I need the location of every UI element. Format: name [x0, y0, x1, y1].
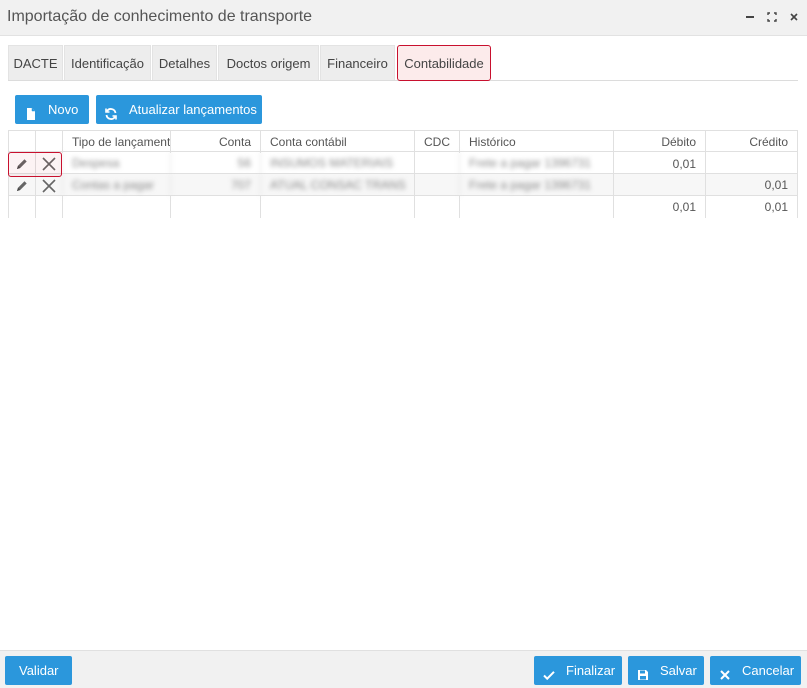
- tab-bar: DACTE Identificação Detalhes Doctos orig…: [8, 45, 798, 81]
- cancel-icon: [718, 663, 732, 680]
- totals-row: 0,01 0,01: [8, 196, 798, 218]
- header-edit-col: [8, 131, 35, 153]
- header-conta-contabil[interactable]: Conta contábil: [260, 131, 414, 153]
- row-actions-highlight: [8, 152, 62, 177]
- totals-empty: [414, 196, 459, 218]
- novo-label: Novo: [48, 102, 79, 117]
- total-debito: 0,01: [613, 196, 705, 218]
- header-cdc[interactable]: CDC: [414, 131, 459, 153]
- finalizar-label: Finalizar: [566, 663, 616, 678]
- atualizar-label: Atualizar lançamentos: [129, 102, 257, 117]
- cell-conta: 56: [170, 152, 260, 174]
- cell-tipo: Contas a pagar: [62, 174, 170, 196]
- refresh-icon: [104, 102, 118, 120]
- edit-cell: [8, 174, 35, 196]
- cell-cdc: [414, 152, 459, 174]
- delete-icon[interactable]: [42, 178, 56, 193]
- cell-cdc: [414, 174, 459, 196]
- cell-conta-contabil: ATUAL CONSAC TRANS: [260, 174, 414, 196]
- totals-empty: [459, 196, 613, 218]
- novo-button[interactable]: Novo: [15, 95, 89, 124]
- tab-dacte[interactable]: DACTE: [8, 45, 63, 80]
- cell-conta-contabil: INSUMOS MATERIAIS: [260, 152, 414, 174]
- close-icon[interactable]: [787, 10, 801, 24]
- table-header: Tipo de lançamento Conta Conta contábil …: [8, 130, 798, 153]
- maximize-icon[interactable]: [765, 10, 779, 24]
- cancelar-label: Cancelar: [742, 663, 795, 678]
- totals-empty: [8, 196, 35, 218]
- cell-debito: 0,01: [613, 152, 705, 174]
- minimize-icon[interactable]: [743, 10, 757, 24]
- delete-cell: [35, 174, 62, 196]
- cell-historico: Frete a pagar 1396731: [459, 174, 613, 196]
- window-titlebar: Importação de conhecimento de transporte: [0, 0, 807, 36]
- cell-credito: 0,01: [705, 174, 798, 196]
- new-document-icon: [24, 102, 38, 120]
- totals-empty: [170, 196, 260, 218]
- check-icon: [542, 663, 556, 681]
- totals-empty: [260, 196, 414, 218]
- header-historico[interactable]: Histórico: [459, 131, 613, 153]
- total-credito: 0,01: [705, 196, 798, 218]
- validar-button[interactable]: Validar: [5, 656, 72, 685]
- atualizar-lancamentos-button[interactable]: Atualizar lançamentos: [96, 95, 262, 124]
- cell-debito: [613, 174, 705, 196]
- totals-empty: [62, 196, 170, 218]
- tab-doctos-origem[interactable]: Doctos origem: [218, 45, 319, 80]
- lancamentos-table: Tipo de lançamento Conta Conta contábil …: [8, 130, 798, 218]
- salvar-label: Salvar: [660, 663, 697, 678]
- finalizar-button[interactable]: Finalizar: [534, 656, 622, 685]
- cell-historico: Frete a pagar 1396731: [459, 152, 613, 174]
- totals-empty: [35, 196, 62, 218]
- cell-conta: 707: [170, 174, 260, 196]
- validar-label: Validar: [19, 663, 59, 678]
- cell-tipo: Despesa: [62, 152, 170, 174]
- save-icon: [636, 663, 650, 680]
- pencil-icon[interactable]: [15, 178, 29, 192]
- tab-detalhes[interactable]: Detalhes: [152, 45, 217, 80]
- header-debito[interactable]: Débito: [613, 131, 705, 153]
- window-title: Importação de conhecimento de transporte: [7, 8, 313, 25]
- cancelar-button[interactable]: Cancelar: [710, 656, 801, 685]
- header-tipo[interactable]: Tipo de lançamento: [62, 131, 170, 153]
- table-row[interactable]: Contas a pagar 707 ATUAL CONSAC TRANS Fr…: [8, 174, 798, 196]
- header-delete-col: [35, 131, 62, 153]
- header-conta[interactable]: Conta: [170, 131, 260, 153]
- tab-contabilidade[interactable]: Contabilidade: [397, 45, 491, 81]
- tab-identificacao[interactable]: Identificação: [64, 45, 151, 80]
- salvar-button[interactable]: Salvar: [628, 656, 704, 685]
- cell-credito: [705, 152, 798, 174]
- tab-financeiro[interactable]: Financeiro: [320, 45, 395, 80]
- dialog-footer: Validar Finalizar Salvar Cancelar: [0, 650, 807, 688]
- header-credito[interactable]: Crédito: [705, 131, 798, 153]
- table-row[interactable]: Despesa 56 INSUMOS MATERIAIS Frete a pag…: [8, 152, 798, 174]
